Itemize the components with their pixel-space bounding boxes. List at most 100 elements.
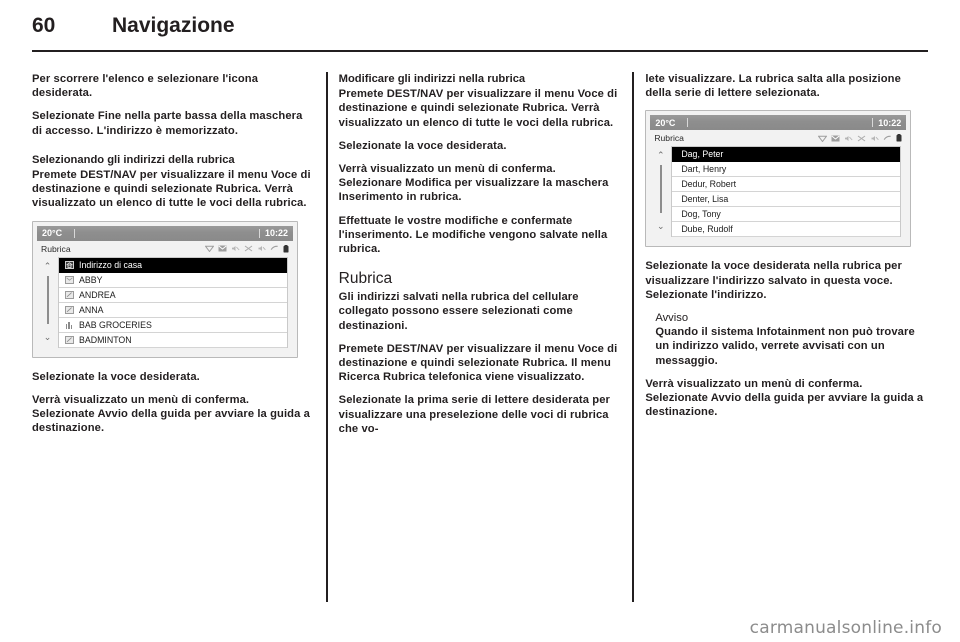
glyph (64, 335, 74, 344)
list-item[interactable]: Dube, Rudolf (672, 222, 901, 238)
clock-group: 10:22 (872, 118, 901, 128)
device-status-icons (205, 244, 289, 253)
scroll-track[interactable] (46, 274, 49, 329)
clock-separator (872, 118, 874, 128)
middle-paragraph-1: Premete DEST/NAV per visualizzare il men… (338, 88, 618, 129)
wifi-icon (818, 135, 828, 142)
right-paragraph-3: Verrà visualizzato un menù di conferma. … (645, 377, 924, 419)
list-item-label: Dube, Rudolf (681, 224, 733, 235)
list-item[interactable]: ANNA (59, 302, 287, 318)
content-columns: Per scorrere l'elenco e selezionare l'ic… (32, 72, 928, 602)
battery-icon (896, 134, 902, 142)
glyph (64, 275, 74, 284)
list-item[interactable]: BAB GROCERIES (59, 317, 287, 333)
list-item-label: Dart, Henry (681, 164, 727, 175)
clock-readout: 10:22 (264, 228, 288, 239)
bluetooth-off-icon (857, 135, 866, 142)
phone-icon (883, 135, 892, 142)
column-left: Per scorrere l'elenco e selezionare l'ic… (32, 72, 315, 602)
clock-readout: 10:22 (878, 117, 902, 128)
list-item[interactable]: Dog, Tony (672, 207, 901, 223)
device-scrollbar[interactable]: ⌃ ⌄ (37, 257, 58, 353)
section-heading-rubrica: Rubrica (338, 270, 393, 288)
contact-card-icon (61, 335, 77, 344)
speaker-mute-icon (870, 135, 880, 142)
device-screen-title: Rubrica (41, 243, 71, 254)
device-screen-title: Rubrica (654, 133, 684, 144)
clock-separator (258, 228, 260, 238)
left-subheading: Selezionando gli indirizzi della rubrica (32, 153, 235, 166)
list-item[interactable]: Denter, Lisa (672, 192, 901, 208)
list-item[interactable]: Indirizzo di casa (59, 257, 287, 273)
list-item[interactable]: ANDREA (59, 287, 287, 303)
list-item[interactable]: ABBY (59, 272, 287, 288)
list-item-label: Indirizzo di casa (79, 259, 143, 270)
device-status-bar: 20°C 10:22 (650, 115, 907, 131)
device-status-icons (818, 134, 902, 142)
bluetooth-off-icon (244, 245, 253, 252)
device-scrollbar[interactable]: ⌃ ⌄ (650, 146, 671, 242)
middle-paragraph-2: Selezionate la voce desiderata. (338, 139, 507, 152)
speaker-mute-icon (257, 245, 266, 252)
chapter-title: Navigazione (112, 14, 235, 37)
envelope-icon (218, 245, 227, 252)
device-screenshot-rubrica-telefonica: 20°C 10:22 Rubrica ⌃ ⌄ Dag, Peter Dart, … (645, 110, 912, 248)
list-item-label: BAB GROCERIES (79, 319, 152, 330)
middle-paragraph-5: Gli indirizzi salvati nella rubrica del … (338, 291, 579, 332)
list-item-label: BADMINTON (79, 334, 132, 345)
phonebook-list: Dag, Peter Dart, Henry Dedur, Robert Den… (671, 146, 902, 238)
scroll-down-arrow[interactable]: ⌄ (657, 220, 665, 232)
column-middle: Modificare gli indirizzi nella rubrica P… (339, 72, 622, 602)
list-item[interactable]: BADMINTON (59, 332, 287, 348)
volume-mute-icon (844, 135, 853, 142)
device-title-bar: Rubrica (650, 130, 907, 147)
device-status-bar: 20°C 10:22 (37, 225, 293, 241)
middle-subheading: Modificare gli indirizzi nella rubrica (338, 73, 526, 85)
column-right: lete visualizzare. La rubrica salta alla… (645, 72, 928, 602)
right-paragraph-1: lete visualizzare. La rubrica salta alla… (645, 73, 901, 100)
scroll-up-arrow[interactable]: ⌃ (44, 260, 52, 272)
device-display: 20°C 10:22 Rubrica (37, 225, 293, 353)
glyph (64, 290, 74, 299)
page-number: 60 (32, 14, 56, 37)
device-title-bar: Rubrica (37, 240, 293, 257)
middle-paragraph-3: Verrà visualizzato un menù di conferma. … (338, 163, 609, 204)
notice-title: Avviso (655, 312, 689, 325)
address-book-list: Indirizzo di casa ABBY ANDREA ANNA BAB G… (58, 256, 288, 348)
column-divider (325, 72, 328, 602)
left-paragraph-5: Verrà visualizzato un menù di conferma. … (32, 393, 310, 435)
glyph (64, 260, 74, 269)
notice-body: Quando il sistema Infotainment non può t… (655, 326, 915, 367)
list-item-label: Dedur, Robert (681, 179, 737, 190)
home-address-icon (61, 260, 77, 269)
middle-paragraph-6: Premete DEST/NAV per visualizzare il men… (338, 342, 618, 384)
scroll-up-arrow[interactable]: ⌃ (657, 149, 665, 161)
volume-mute-icon (231, 245, 240, 252)
right-paragraph-2: Selezionate la voce desiderata nella rub… (645, 260, 902, 301)
page-header: 60 Navigazione (32, 14, 928, 48)
glyph (64, 305, 74, 314)
device-content-area: ⌃ ⌄ Dag, Peter Dart, Henry Dedur, Robert… (650, 146, 907, 243)
list-item-label: ANNA (79, 304, 104, 315)
column-divider (632, 72, 635, 602)
envelope-icon (831, 135, 840, 142)
scroll-down-arrow[interactable]: ⌄ (44, 331, 52, 343)
list-item-label: Dag, Peter (681, 149, 724, 160)
left-paragraph-1: Per scorrere l'elenco e selezionare l'ic… (32, 73, 259, 100)
header-divider (32, 50, 928, 52)
scroll-thumb[interactable] (46, 275, 49, 324)
scroll-thumb[interactable] (659, 165, 662, 214)
temperature-readout: 20°C (655, 117, 676, 128)
glyph (65, 321, 74, 329)
scroll-track[interactable] (659, 163, 662, 218)
device-display: 20°C 10:22 Rubrica (650, 115, 907, 243)
phone-icon (270, 245, 279, 252)
list-item[interactable]: Dart, Henry (672, 162, 901, 178)
middle-paragraph-7: Selezionate la prima serie di lettere de… (338, 394, 610, 435)
list-item[interactable]: Dag, Peter (672, 147, 901, 163)
middle-paragraph-4: Effettuate le vostre modifiche e conferm… (338, 214, 608, 256)
battery-icon (283, 244, 289, 253)
list-item-label: Dog, Tony (681, 209, 721, 220)
list-item[interactable]: Dedur, Robert (672, 177, 901, 193)
status-separator (687, 118, 689, 128)
